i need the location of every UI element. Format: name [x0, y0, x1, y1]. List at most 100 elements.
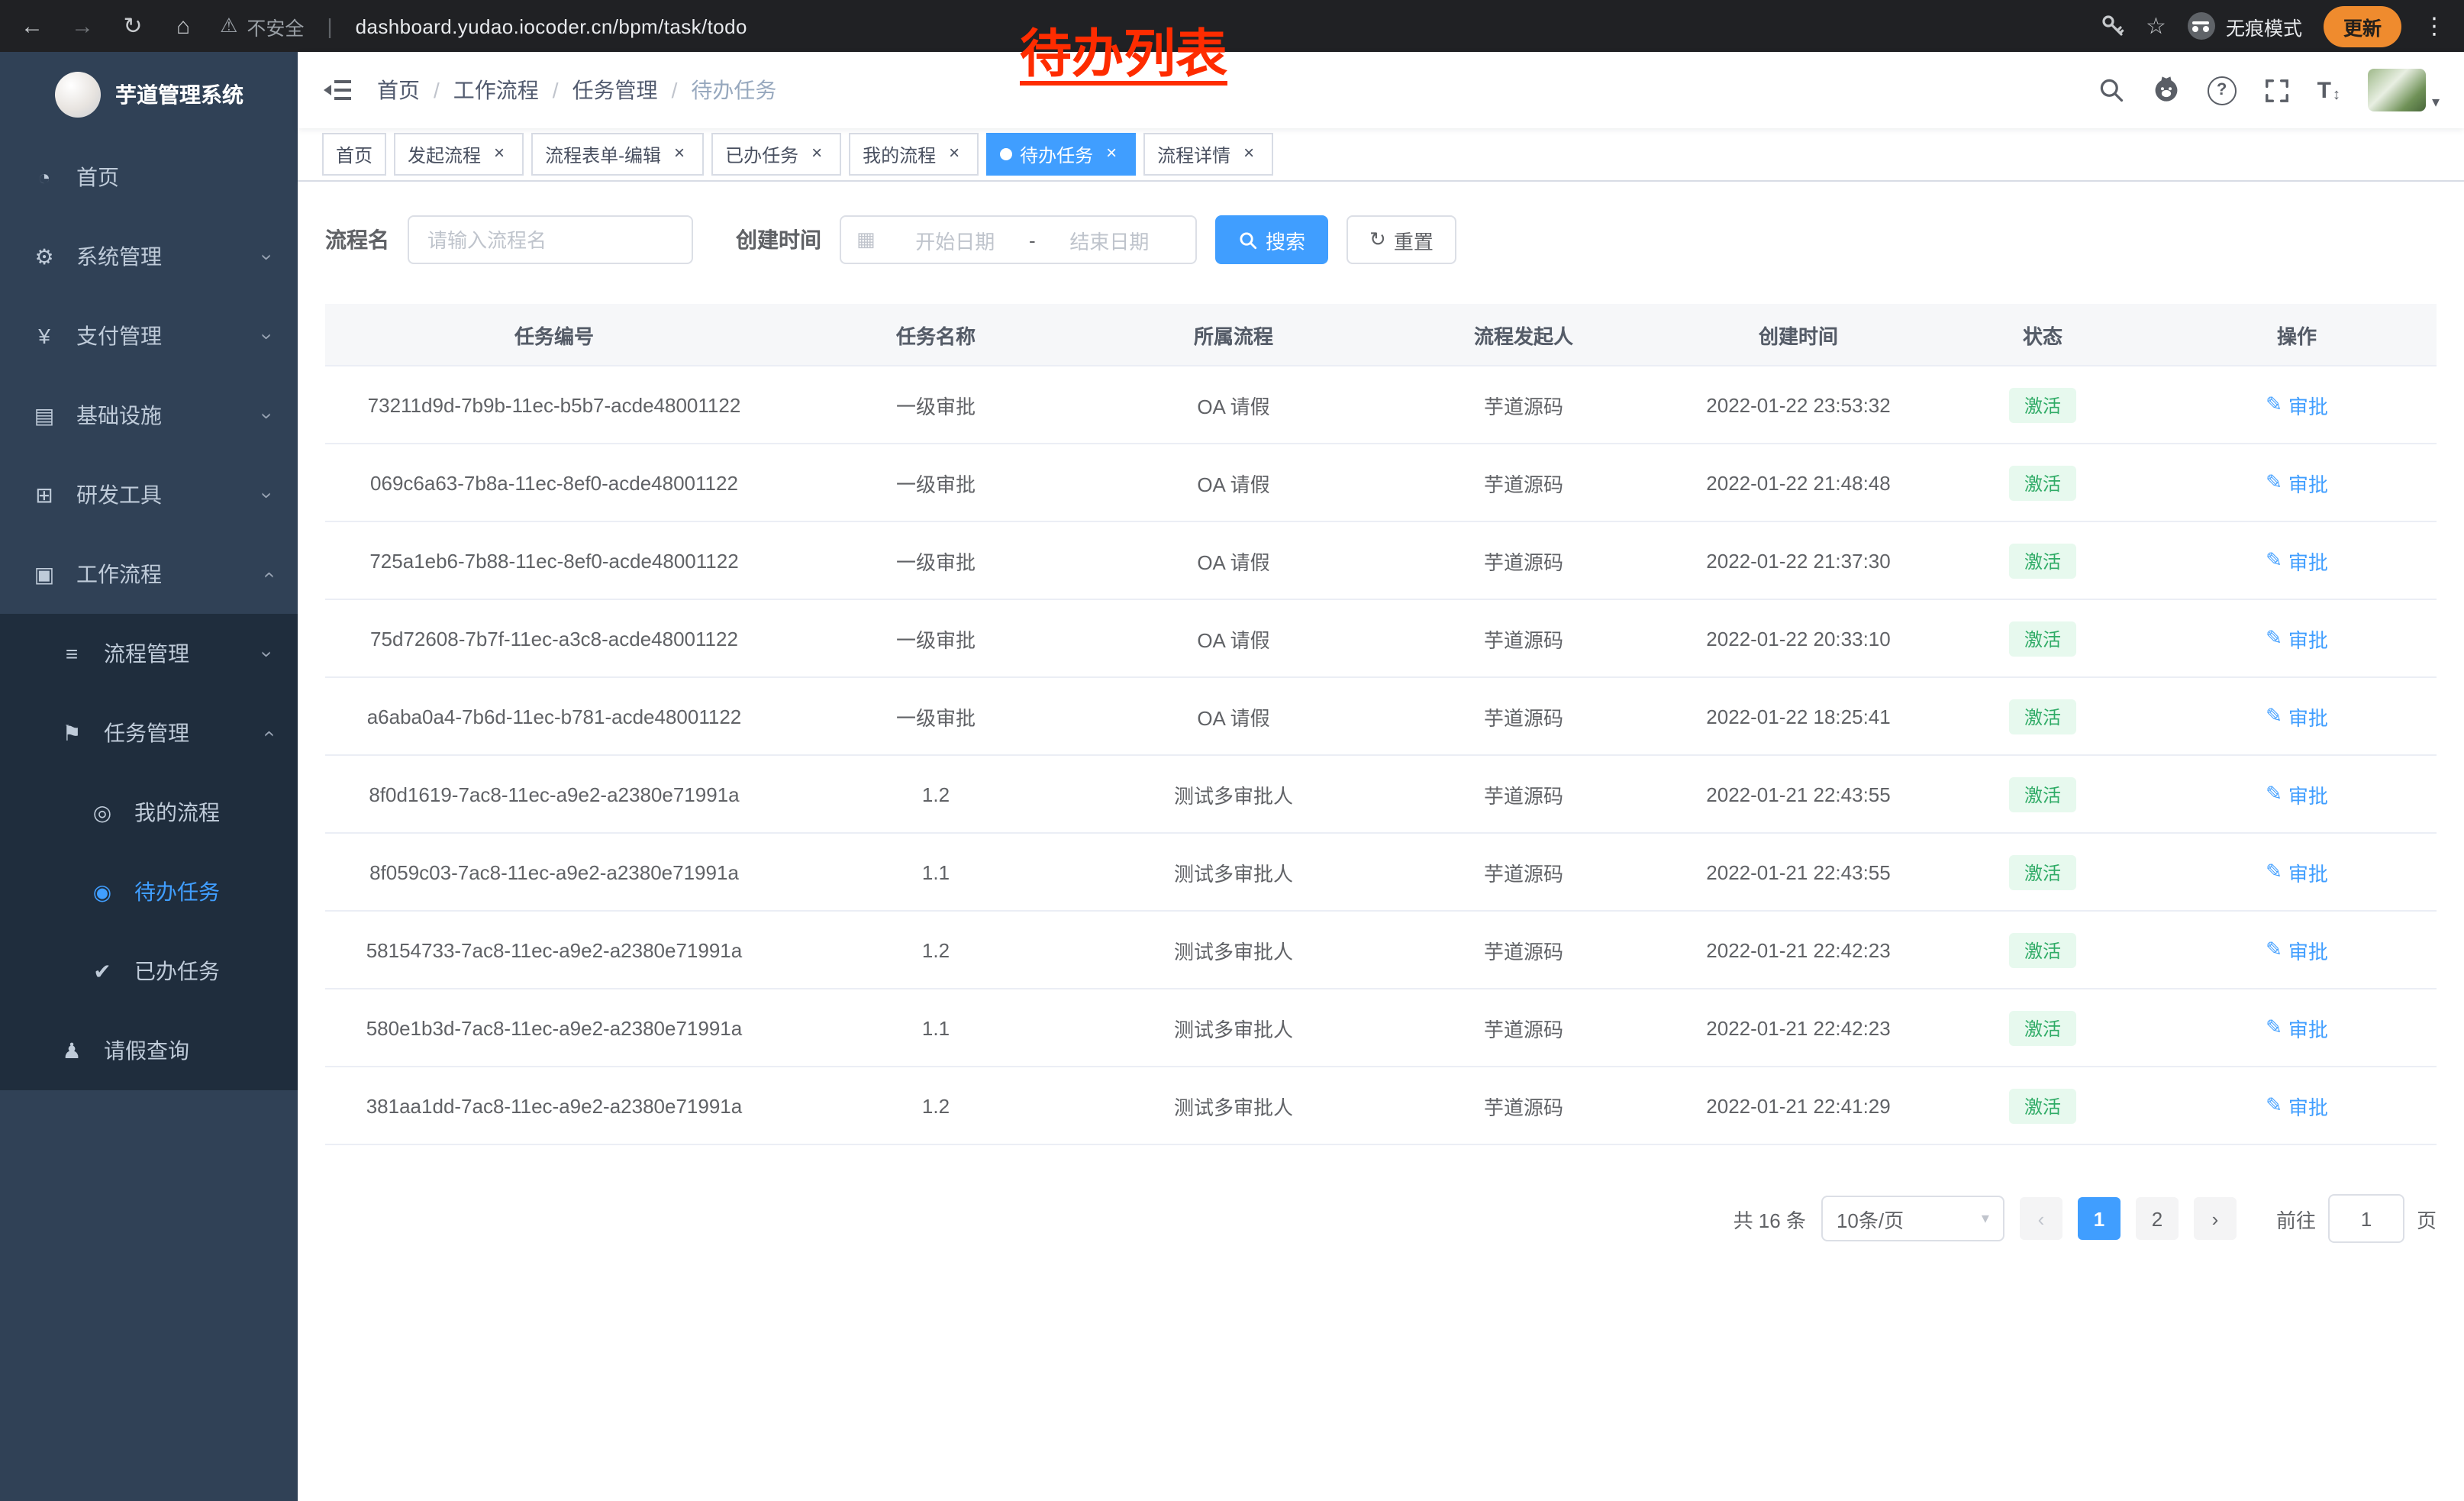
- goto-page-input[interactable]: [2328, 1194, 2404, 1243]
- tab-label: 首页: [336, 141, 373, 167]
- tab-label: 待办任务: [1020, 141, 1093, 167]
- top-navbar: 首页 / 工作流程 / 任务管理 / 待办任务 ?: [298, 52, 2464, 128]
- close-icon[interactable]: ×: [806, 144, 827, 165]
- cell-task-name: 一级审批: [783, 444, 1088, 521]
- cell-process: OA 请假: [1088, 677, 1379, 755]
- cell-initiator: 芋道源码: [1379, 989, 1669, 1067]
- flag-icon: ⚑: [58, 720, 85, 746]
- breadcrumb-task-management[interactable]: 任务管理: [572, 75, 658, 105]
- forward-icon[interactable]: →: [69, 13, 96, 39]
- sidebar-item-workflow[interactable]: ▣ 工作流程 ›: [0, 534, 298, 614]
- close-icon[interactable]: ×: [1238, 144, 1259, 165]
- user-menu[interactable]: ▾: [2368, 69, 2440, 111]
- status-badge: 激活: [2009, 932, 2076, 967]
- approve-link[interactable]: ✎审批: [2266, 1013, 2328, 1042]
- cell-initiator: 芋道源码: [1379, 599, 1669, 677]
- font-size-icon[interactable]: T↕: [2317, 77, 2340, 103]
- help-icon[interactable]: ?: [2208, 76, 2237, 105]
- approve-link[interactable]: ✎审批: [2266, 546, 2328, 575]
- update-button[interactable]: 更新: [2324, 5, 2401, 47]
- col-status: 状态: [1928, 304, 2157, 366]
- tab-form-edit[interactable]: 流程表单-编辑 ×: [531, 133, 704, 176]
- sidebar-item-done-tasks[interactable]: ✔ 已办任务: [0, 931, 298, 1011]
- goto-label: 前往: [2276, 1204, 2316, 1233]
- sidebar-item-devtools[interactable]: ⊞ 研发工具 ›: [0, 455, 298, 534]
- active-dot-icon: [1000, 148, 1012, 160]
- close-icon[interactable]: ×: [943, 144, 965, 165]
- approve-link[interactable]: ✎审批: [2266, 857, 2328, 886]
- approve-link[interactable]: ✎审批: [2266, 1091, 2328, 1120]
- address-bar[interactable]: dashboard.yudao.iocoder.cn/bpm/task/todo: [356, 15, 747, 37]
- approve-label: 审批: [2288, 624, 2328, 653]
- goto-page-group: 前往 页: [2276, 1194, 2437, 1243]
- home-icon[interactable]: ⌂: [169, 13, 197, 39]
- approve-link[interactable]: ✎审批: [2266, 624, 2328, 653]
- next-page-button[interactable]: ›: [2194, 1197, 2237, 1240]
- sidebar-item-label: 支付管理: [76, 321, 162, 351]
- password-key-icon[interactable]: [2100, 14, 2124, 38]
- chrome-right-controls: ☆ 无痕模式 更新 ⋮: [2100, 5, 2446, 47]
- bookmark-star-icon[interactable]: ☆: [2146, 12, 2166, 40]
- prev-page-button[interactable]: ‹: [2020, 1197, 2062, 1240]
- close-icon[interactable]: ×: [669, 144, 690, 165]
- approve-link[interactable]: ✎审批: [2266, 935, 2328, 964]
- sidebar-item-process-management[interactable]: ≡ 流程管理 ›: [0, 614, 298, 693]
- cell-task-id: 8f0d1619-7ac8-11ec-a9e2-a2380e71991a: [325, 755, 783, 833]
- page-button-1[interactable]: 1: [2078, 1197, 2121, 1240]
- breadcrumb-home[interactable]: 首页: [377, 75, 420, 105]
- approve-link[interactable]: ✎审批: [2266, 390, 2328, 419]
- sidebar-item-home[interactable]: ◔ 首页: [0, 137, 298, 217]
- tab-todo-tasks[interactable]: 待办任务 ×: [986, 133, 1136, 176]
- security-indicator[interactable]: ⚠ 不安全: [220, 11, 304, 40]
- approve-link[interactable]: ✎审批: [2266, 780, 2328, 809]
- tab-home[interactable]: 首页: [322, 133, 386, 176]
- page-size-select[interactable]: 10条/页 ▾: [1821, 1196, 2004, 1241]
- font-size-letter: T: [2317, 77, 2331, 103]
- tab-process-detail[interactable]: 流程详情 ×: [1143, 133, 1273, 176]
- browser-menu-icon[interactable]: ⋮: [2423, 12, 2446, 40]
- fullscreen-icon[interactable]: [2264, 77, 2290, 103]
- cell-initiator: 芋道源码: [1379, 1067, 1669, 1144]
- cell-task-id: 75d72608-7b7f-11ec-a3c8-acde48001122: [325, 599, 783, 677]
- tab-done-tasks[interactable]: 已办任务 ×: [711, 133, 841, 176]
- tab-start-process[interactable]: 发起流程 ×: [394, 133, 524, 176]
- github-icon[interactable]: [2153, 76, 2180, 104]
- approve-link[interactable]: ✎审批: [2266, 702, 2328, 731]
- sidebar-item-system[interactable]: ⚙ 系统管理 ›: [0, 217, 298, 296]
- incognito-label: 无痕模式: [2226, 11, 2302, 40]
- process-name-input[interactable]: [424, 227, 676, 253]
- sidebar-item-my-process[interactable]: ◎ 我的流程: [0, 773, 298, 852]
- status-badge: 激活: [2009, 1088, 2076, 1123]
- back-icon[interactable]: ←: [18, 13, 46, 39]
- cell-task-id: a6aba0a4-7b6d-11ec-b781-acde48001122: [325, 677, 783, 755]
- sidebar-item-label: 首页: [76, 162, 119, 192]
- search-icon[interactable]: [2098, 76, 2125, 104]
- reset-button[interactable]: ↻ 重置: [1346, 215, 1456, 264]
- sidebar-item-label: 待办任务: [134, 876, 220, 907]
- search-icon: [1238, 230, 1258, 250]
- search-button[interactable]: 搜索: [1215, 215, 1328, 264]
- approve-label: 审批: [2288, 702, 2328, 731]
- sidebar-item-task-management[interactable]: ⚑ 任务管理 ›: [0, 693, 298, 773]
- date-range-picker[interactable]: ▦ 开始日期 - 结束日期: [840, 215, 1197, 264]
- sidebar-item-infrastructure[interactable]: ▤ 基础设施 ›: [0, 376, 298, 455]
- approve-link[interactable]: ✎审批: [2266, 468, 2328, 497]
- sidebar-item-todo-tasks[interactable]: ◉ 待办任务: [0, 852, 298, 931]
- cell-task-name: 一级审批: [783, 366, 1088, 444]
- incognito-icon: [2188, 12, 2215, 40]
- sidebar-item-payment[interactable]: ¥ 支付管理 ›: [0, 296, 298, 376]
- person-icon: ♟: [58, 1038, 85, 1064]
- tab-my-process[interactable]: 我的流程 ×: [849, 133, 979, 176]
- chevron-down-icon: ›: [256, 333, 279, 340]
- caret-down-icon: ▾: [2432, 95, 2440, 111]
- cell-task-name: 一级审批: [783, 521, 1088, 599]
- sidebar-toggle-icon[interactable]: [322, 76, 353, 104]
- sidebar-item-leave-query[interactable]: ♟ 请假查询: [0, 1011, 298, 1090]
- app-logo-row[interactable]: 芋道管理系统: [0, 52, 298, 137]
- col-process: 所属流程: [1088, 304, 1379, 366]
- reload-icon[interactable]: ↻: [119, 12, 147, 40]
- page-button-2[interactable]: 2: [2136, 1197, 2179, 1240]
- close-icon[interactable]: ×: [489, 144, 510, 165]
- breadcrumb-workflow[interactable]: 工作流程: [453, 75, 539, 105]
- close-icon[interactable]: ×: [1101, 144, 1122, 165]
